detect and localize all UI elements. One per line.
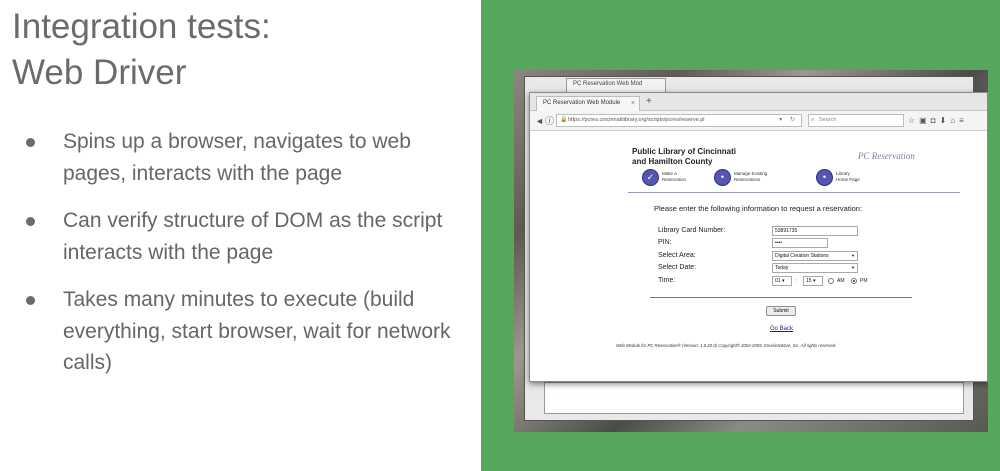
star-icon[interactable]: ☆	[908, 116, 919, 125]
pin-label: PIN:	[658, 239, 672, 247]
step-circle-icon: •	[714, 169, 731, 186]
bullet-item: Can verify structure of DOM as the scrip…	[24, 205, 464, 268]
step-label: Make a Reservation	[662, 171, 687, 182]
bullet-dot	[26, 138, 35, 147]
instructions-text: Please enter the following information t…	[654, 204, 863, 213]
slide-title-line2: Web Driver	[12, 53, 187, 92]
area-label: Select Area:	[658, 251, 696, 259]
date-label: Select Date:	[658, 264, 697, 272]
library-name: Public Library of Cincinnati and Hamilto…	[632, 147, 736, 167]
card-row: Library Card Number: 53891735	[658, 226, 958, 236]
time-separator: :	[796, 277, 798, 284]
library-line2: and Hamilton County	[632, 157, 713, 166]
header-divider	[628, 192, 960, 193]
step-label: Library Home Page	[836, 171, 860, 182]
chevron-down-icon: ▼	[851, 265, 855, 271]
lock-icon: 🔒	[560, 117, 568, 123]
pc-reservation-logo: PC Reservation	[858, 151, 915, 161]
toolbar-icons: ☆▣◘⬇⌂≡	[908, 115, 968, 127]
bullet-text: Takes many minutes to execute (build eve…	[63, 288, 451, 374]
download-icon[interactable]: ⬇	[940, 116, 951, 125]
close-icon[interactable]: ×	[631, 97, 635, 110]
bullet-text: Can verify structure of DOM as the scrip…	[63, 209, 443, 264]
url-input[interactable]: 🔒 https://pcres.cincinnatilibrary.org/sc…	[556, 114, 802, 127]
time-row: Time: 01 ▾ : 15 ▾ AM PM	[658, 275, 958, 286]
browser-window: PC Reservation Web Module × + ◄ ⓘ 🔒 http…	[529, 92, 988, 382]
step-circle-icon: •	[816, 169, 833, 186]
pin-input[interactable]: ••••	[772, 238, 828, 249]
tab-bar: PC Reservation Web Module × +	[530, 93, 987, 111]
area-select[interactable]: Digital Creation Stations ▼	[772, 250, 858, 261]
checkmark-icon: ✓	[642, 169, 659, 186]
new-tab-button[interactable]: +	[646, 96, 652, 108]
go-back-link[interactable]: Go Back	[770, 326, 793, 332]
card-label: Library Card Number:	[658, 227, 726, 234]
card-number-input[interactable]: 53891735	[772, 226, 858, 236]
search-icon: ⌕	[811, 117, 815, 123]
browser-photo: PC Reservation Web Mod PC Reservation We…	[514, 70, 988, 432]
submit-button[interactable]: Submit	[766, 306, 796, 316]
pocket-icon[interactable]: ◘	[931, 116, 940, 125]
am-label: AM	[837, 277, 845, 284]
reservation-form: Library Card Number: 53891735 PIN: •••• …	[658, 226, 958, 288]
bullet-dot	[26, 217, 35, 226]
minute-select[interactable]: 15 ▾	[803, 275, 823, 286]
paper-sheet	[544, 382, 964, 414]
bullet-list: Spins up a browser, navigates to web pag…	[24, 126, 464, 395]
date-select[interactable]: Today ▼	[772, 263, 858, 274]
back-arrow-icon[interactable]: ◄	[535, 115, 544, 127]
clipboard-icon[interactable]: ▣	[919, 116, 931, 125]
bullet-item: Takes many minutes to execute (build eve…	[24, 284, 464, 379]
tab-label: PC Reservation Web Module	[543, 100, 621, 106]
reload-icon[interactable]: ▾ ↻	[779, 115, 798, 126]
menu-icon[interactable]: ≡	[959, 116, 968, 125]
library-line1: Public Library of Cincinnati	[632, 147, 737, 156]
area-row: Select Area: Digital Creation Stations ▼	[658, 250, 958, 261]
hour-select[interactable]: 01 ▾	[772, 275, 792, 286]
url-text: https://pcres.cincinnatilibrary.org/scri…	[568, 117, 705, 123]
pin-row: PIN: ••••	[658, 238, 958, 249]
page-footer: Web Module for PC Reservation® (Version:…	[616, 343, 837, 348]
slide-title: Integration tests: Web Driver	[12, 4, 271, 96]
bullet-dot	[26, 296, 35, 305]
step-nav: ✓ Make a Reservation • Manage Existing Res…	[642, 169, 922, 191]
bullet-item: Spins up a browser, navigates to web pag…	[24, 126, 464, 189]
background-tab: PC Reservation Web Mod	[566, 78, 666, 92]
search-placeholder: Search	[819, 117, 837, 123]
am-radio[interactable]	[828, 277, 834, 284]
date-row: Select Date: Today ▼	[658, 263, 958, 274]
step-label: Manage Existing Reservations	[734, 171, 768, 182]
pm-radio[interactable]	[851, 277, 857, 284]
search-input[interactable]: ⌕ Search	[808, 114, 904, 127]
info-icon[interactable]: ⓘ	[545, 115, 554, 127]
browser-tab[interactable]: PC Reservation Web Module ×	[536, 96, 640, 111]
chevron-down-icon: ▼	[851, 252, 855, 258]
bullet-text: Spins up a browser, navigates to web pag…	[63, 130, 411, 185]
form-divider	[650, 297, 912, 298]
nav-bar: ◄ ⓘ 🔒 https://pcres.cincinnatilibrary.or…	[530, 111, 987, 131]
home-icon[interactable]: ⌂	[950, 116, 959, 125]
time-label: Time:	[658, 276, 676, 284]
pm-label: PM	[860, 277, 868, 284]
slide-title-line1: Integration tests:	[12, 7, 271, 46]
